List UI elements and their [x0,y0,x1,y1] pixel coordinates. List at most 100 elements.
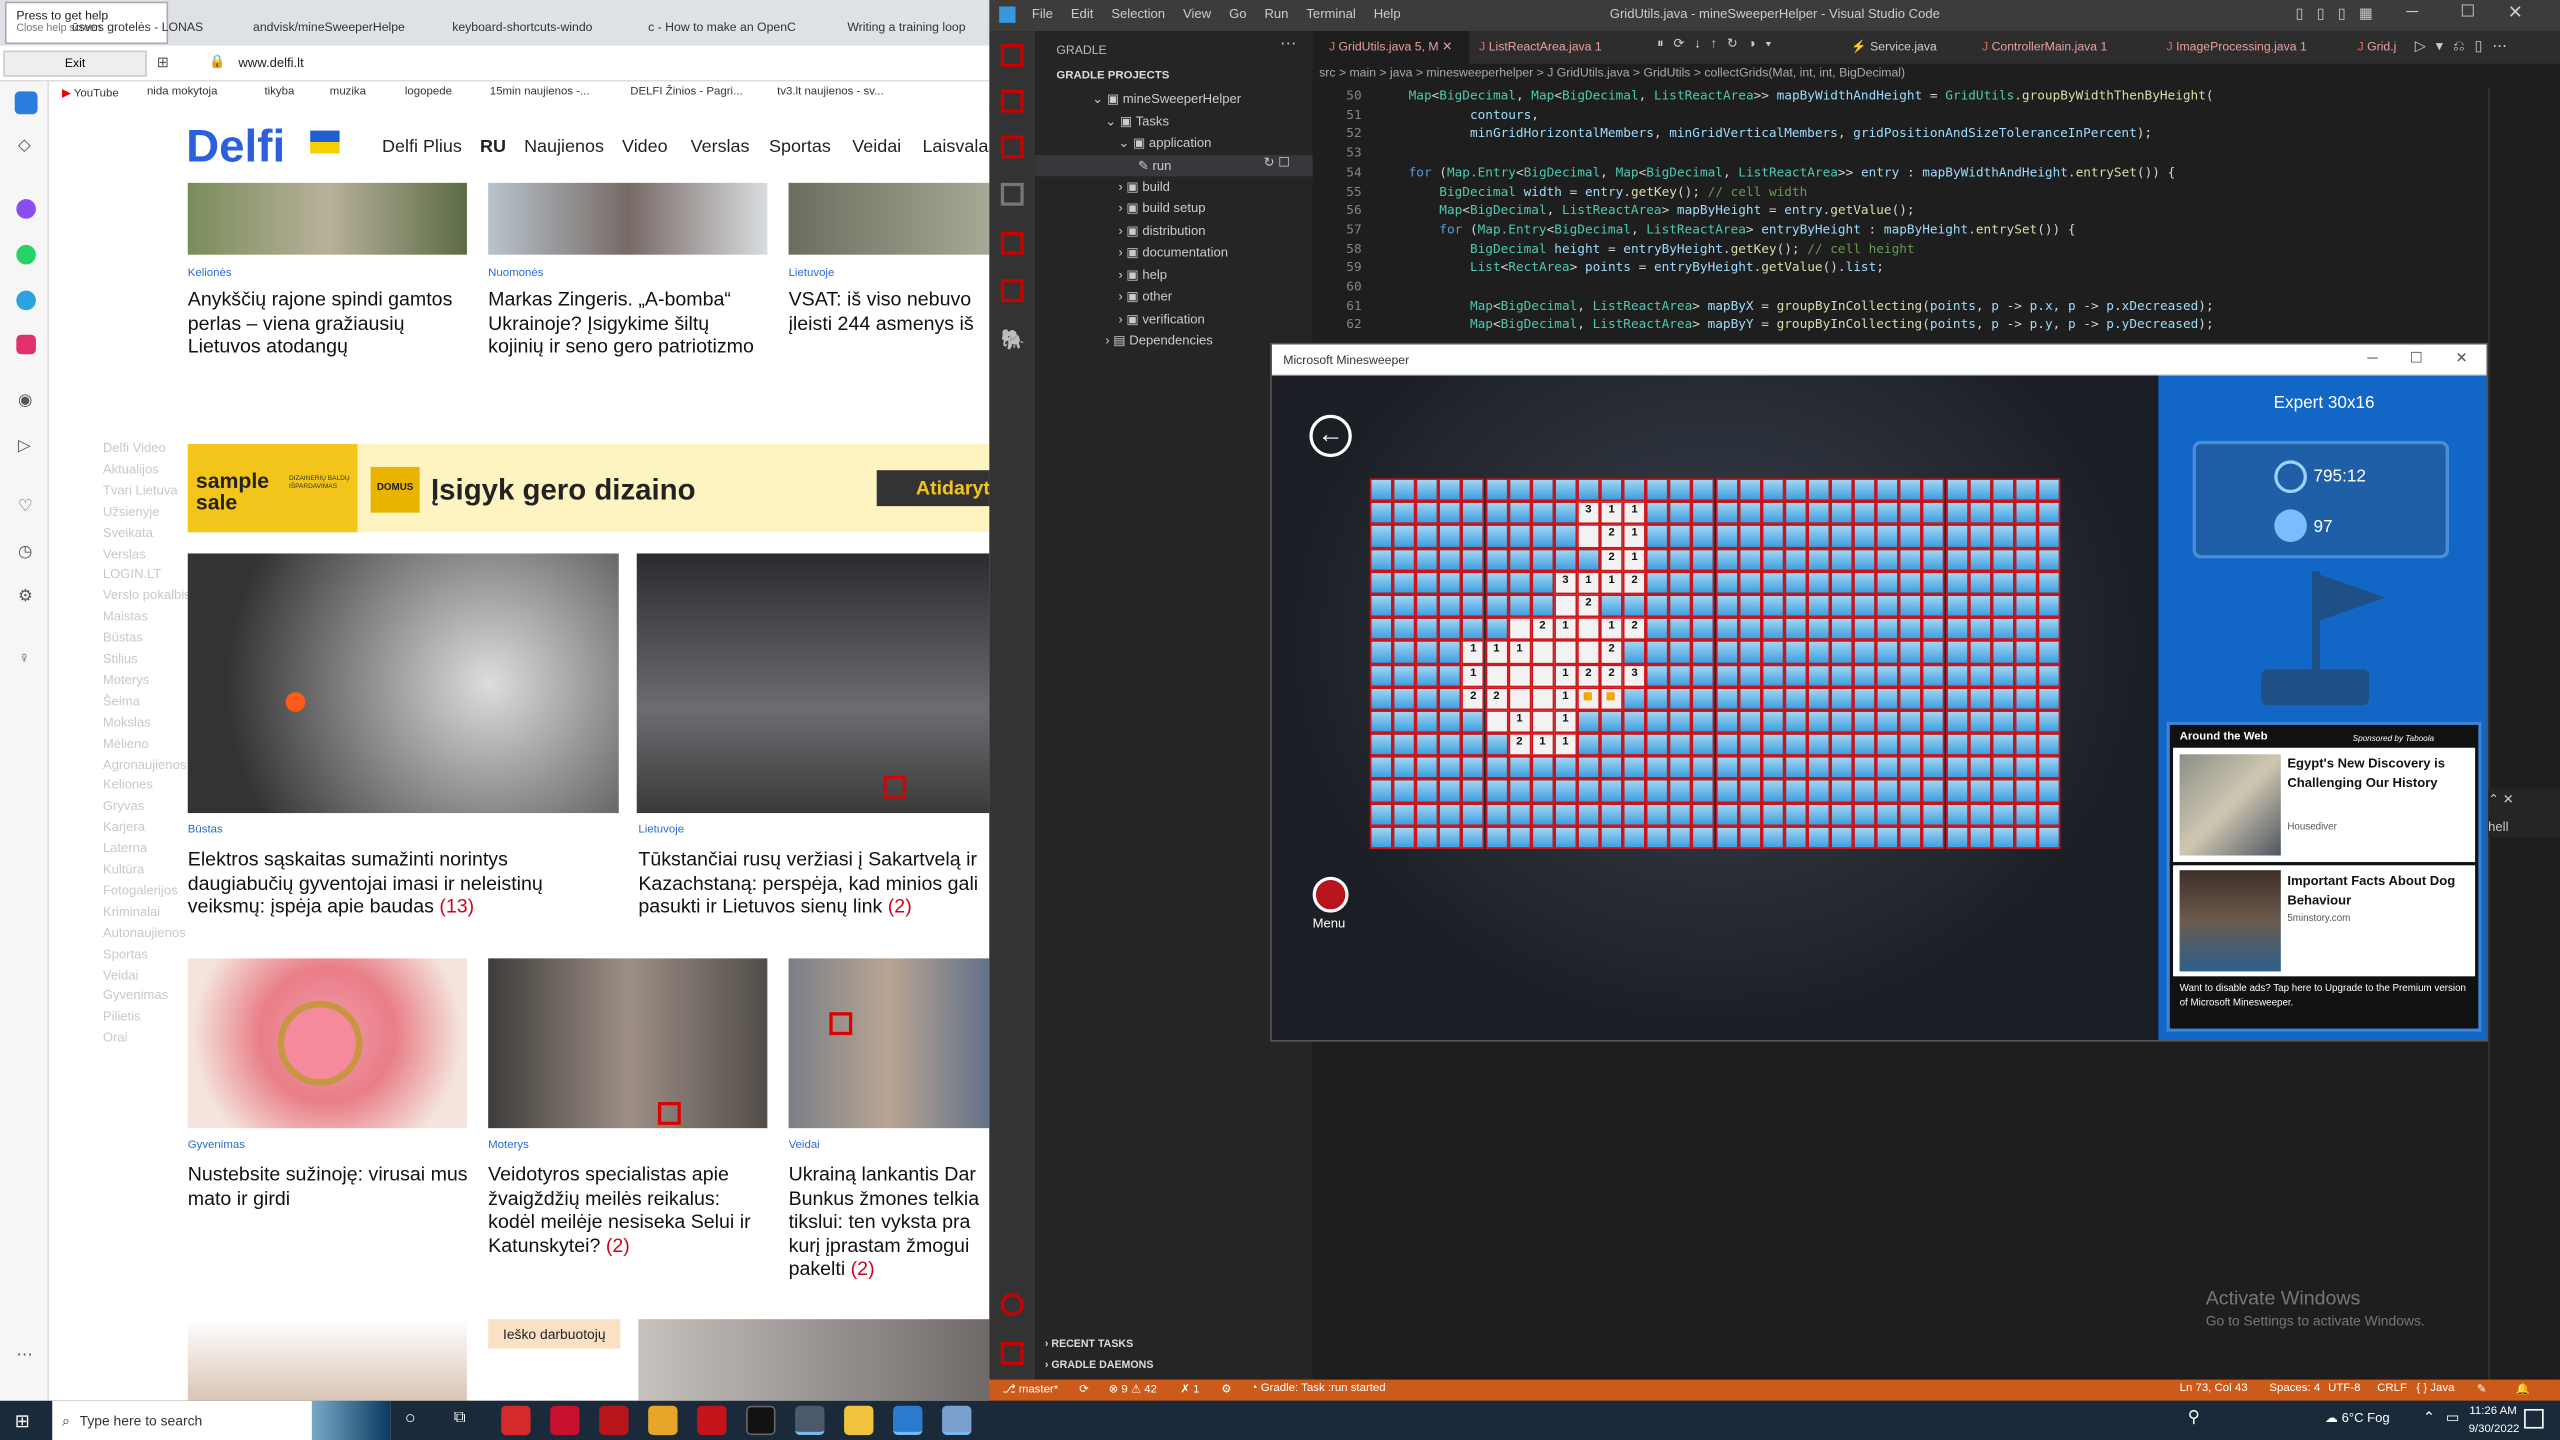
opened-cell[interactable]: 2 [1484,686,1508,710]
hidden-cell[interactable] [1646,617,1670,641]
bookmark-tv3[interactable]: tv3.lt naujienos - sv... [777,87,884,98]
sync-icon[interactable]: ⟳ [1079,1383,1089,1395]
hidden-cell[interactable] [1623,640,1647,664]
hidden-cell[interactable] [1830,524,1854,548]
hidden-cell[interactable] [1415,686,1439,710]
article-image[interactable] [187,958,467,1129]
hidden-cell[interactable] [1807,617,1831,641]
hidden-cell[interactable] [2037,478,2061,502]
section-link[interactable]: Agronaujienos [103,757,187,772]
manage-gear-icon[interactable] [1000,1342,1024,1365]
hidden-cell[interactable] [1461,756,1485,780]
hidden-cell[interactable] [1876,663,1900,687]
hidden-cell[interactable] [1646,733,1670,757]
hidden-cell[interactable] [2037,640,2061,664]
hidden-cell[interactable] [1392,825,1416,849]
hidden-cell[interactable] [1945,501,1969,525]
hidden-cell[interactable] [1922,825,1946,849]
hidden-cell[interactable] [1599,802,1624,826]
hidden-cell[interactable] [1461,709,1485,734]
opened-cell[interactable]: 1 [1461,640,1485,664]
tab-grid[interactable]: J Grid.j [2358,39,2397,54]
hidden-cell[interactable] [1968,640,1992,664]
hidden-cell[interactable] [1669,686,1693,710]
hidden-cell[interactable] [1922,802,1946,826]
hidden-cell[interactable] [2037,756,2061,780]
clock[interactable]: 11:26 AM 9/30/2022 [2469,1402,2520,1438]
hidden-cell[interactable] [1392,733,1416,757]
hidden-cell[interactable] [1991,617,2015,641]
hidden-cell[interactable] [1692,594,1716,618]
hidden-cell[interactable] [1715,617,1739,641]
ad-title[interactable]: Egypt's New Discovery is Challenging Our… [2287,754,2467,793]
hidden-cell[interactable] [1669,779,1693,803]
hidden-cell[interactable] [1461,501,1485,525]
minefield-grid[interactable]: 311212131122211211121122322111211 [1369,478,2061,849]
opened-cell[interactable]: 1 [1553,709,1577,734]
hidden-cell[interactable] [1853,478,1877,502]
hidden-cell[interactable] [1876,594,1900,618]
hidden-cell[interactable] [1830,478,1854,502]
hidden-cell[interactable] [1484,501,1508,525]
hidden-cell[interactable] [1553,756,1577,780]
section-link[interactable]: LOGIN.LT [103,567,162,582]
article-category[interactable]: Moterys [488,1140,766,1151]
hidden-cell[interactable] [2037,571,2061,595]
hidden-cell[interactable] [2014,663,2038,687]
hidden-cell[interactable] [1484,617,1508,641]
section-link[interactable]: Tvari Lietuva [103,483,178,498]
chrome-taskbar-icon[interactable] [648,1405,678,1436]
opened-cell[interactable] [1507,663,1531,687]
hidden-cell[interactable] [1784,524,1808,548]
hidden-cell[interactable] [1830,547,1854,572]
language-status[interactable]: { } Java [2416,1383,2454,1394]
section-link[interactable]: Orai [103,1031,128,1046]
article-image[interactable] [788,182,990,255]
article-image[interactable] [488,958,768,1129]
opera-taskbar-icon[interactable] [501,1405,531,1436]
hidden-cell[interactable] [1392,547,1416,572]
indent-status[interactable]: Spaces: 4 [2269,1383,2320,1394]
hidden-cell[interactable] [1438,686,1462,710]
hidden-cell[interactable] [1853,594,1877,618]
app-taskbar-icon[interactable] [599,1405,629,1436]
hidden-cell[interactable] [1392,478,1416,502]
hidden-cell[interactable] [1715,709,1739,734]
hidden-cell[interactable] [1784,617,1808,641]
hidden-cell[interactable] [1484,802,1508,826]
nav-verslas[interactable]: Verslas [691,137,750,157]
hidden-cell[interactable] [1599,733,1624,757]
hidden-cell[interactable] [2014,524,2038,548]
opened-cell[interactable]: 1 [1507,640,1531,664]
hidden-cell[interactable] [1484,779,1508,803]
problems-status[interactable]: ⊗ 9 ⚠ 42 [1109,1383,1157,1395]
hidden-cell[interactable] [1576,825,1600,849]
notifications-icon[interactable]: 🔔 [2516,1383,2530,1395]
hidden-cell[interactable] [1646,756,1670,780]
hidden-cell[interactable] [1784,594,1808,618]
hidden-cell[interactable] [1991,640,2015,664]
menu-icon[interactable] [1312,876,1349,913]
tab-controllermain[interactable]: J ControllerMain.java 1 [1982,39,2107,54]
hidden-cell[interactable] [1646,571,1670,595]
opened-cell[interactable] [1530,709,1554,734]
hidden-cell[interactable] [1945,686,1969,710]
hidden-cell[interactable] [1991,547,2015,572]
gradle-projects-header[interactable]: GRADLE PROJECTS [1056,70,1169,81]
recent-tasks-header[interactable]: › RECENT TASKS [1045,1339,1133,1350]
hidden-cell[interactable] [1761,756,1785,780]
hidden-cell[interactable] [1692,571,1716,595]
opened-cell[interactable]: 1 [1599,617,1624,641]
hidden-cell[interactable] [1692,825,1716,849]
hidden-cell[interactable] [1369,779,1393,803]
notification-icon[interactable] [2524,1408,2544,1429]
hidden-cell[interactable] [1876,686,1900,710]
hidden-cell[interactable] [1830,640,1854,664]
hidden-cell[interactable] [1599,779,1624,803]
hidden-cell[interactable] [1853,756,1877,780]
article-title[interactable]: Nustebsite sužinoję: virusai mus mato ir… [188,1162,474,1209]
hidden-cell[interactable] [1945,779,1969,803]
opened-cell[interactable]: 1 [1507,709,1531,734]
bookmark-muzika[interactable]: muzika [330,87,366,98]
hidden-cell[interactable] [1461,733,1485,757]
